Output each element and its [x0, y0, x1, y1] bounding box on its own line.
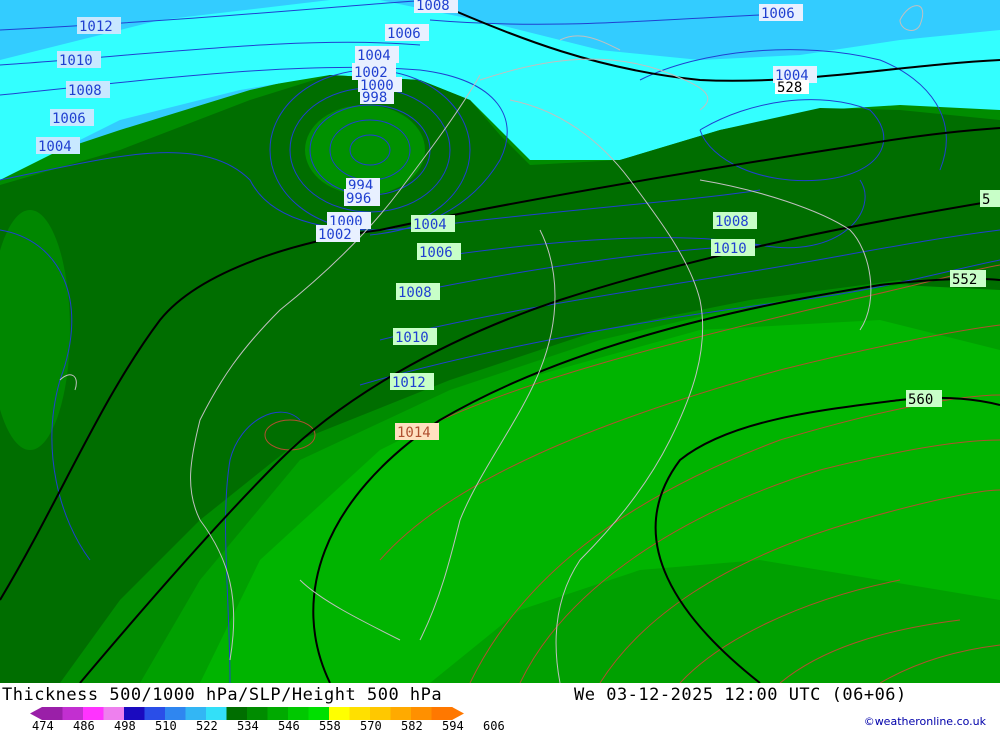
- legend-label: 534: [237, 719, 259, 733]
- legend-label: 522: [196, 719, 218, 733]
- legend-label: 570: [360, 719, 382, 733]
- svg-text:1008: 1008: [398, 285, 432, 301]
- height-label: 560: [906, 390, 942, 408]
- pressure-label: 1006: [50, 109, 94, 127]
- pressure-label: 1006: [417, 243, 461, 261]
- svg-text:996: 996: [346, 191, 371, 207]
- height-label: 5: [980, 190, 1000, 208]
- legend-label: 498: [114, 719, 136, 733]
- legend-label: 606: [483, 719, 505, 733]
- svg-text:1006: 1006: [387, 26, 421, 42]
- svg-text:1002: 1002: [318, 227, 352, 243]
- svg-text:1006: 1006: [52, 111, 86, 127]
- pressure-label: 1004: [411, 215, 455, 233]
- weather-map-page: 1012 1010 1008 1006 1004 1008 1006 1004 …: [0, 0, 1000, 733]
- pressure-label: 1008: [414, 0, 458, 14]
- copyright-link[interactable]: ©weatheronline.co.uk: [864, 715, 986, 728]
- height-label: 528: [775, 80, 809, 96]
- svg-text:552: 552: [952, 272, 977, 288]
- pressure-label: 1010: [393, 328, 437, 346]
- svg-text:1008: 1008: [416, 0, 450, 14]
- svg-text:1004: 1004: [413, 217, 447, 233]
- legend-label: 474: [32, 719, 54, 733]
- pressure-label: 1010: [711, 239, 755, 257]
- svg-text:1006: 1006: [761, 6, 795, 22]
- legend-label: 486: [73, 719, 95, 733]
- svg-text:1010: 1010: [713, 241, 747, 257]
- pressure-label: 998: [360, 90, 394, 106]
- pressure-label: 1010: [57, 51, 101, 69]
- map-svg: 1012 1010 1008 1006 1004 1008 1006 1004 …: [0, 0, 1000, 683]
- pressure-label: 1004: [36, 137, 80, 155]
- svg-text:1014: 1014: [397, 425, 431, 441]
- legend-label: 594: [442, 719, 464, 733]
- svg-text:998: 998: [362, 90, 387, 106]
- map-title: Thickness 500/1000 hPa/SLP/Height 500 hP…: [2, 685, 443, 705]
- svg-text:5: 5: [982, 192, 990, 208]
- pressure-label: 996: [344, 189, 380, 207]
- legend-labels: 474 486 498 510 522 534 546 558 570 582 594 606: [30, 719, 510, 733]
- pressure-label: 1012: [77, 17, 121, 35]
- svg-text:528: 528: [777, 80, 802, 96]
- svg-text:1006: 1006: [419, 245, 453, 261]
- svg-text:1008: 1008: [68, 83, 102, 99]
- legend-label: 558: [319, 719, 341, 733]
- svg-text:560: 560: [908, 392, 933, 408]
- svg-text:1004: 1004: [357, 48, 391, 64]
- forecast-datetime: We 03-12-2025 12:00 UTC (06+06): [574, 685, 907, 705]
- color-legend-bar: [30, 705, 480, 720]
- map-area: 1012 1010 1008 1006 1004 1008 1006 1004 …: [0, 0, 1000, 683]
- pressure-label: 1006: [759, 4, 803, 22]
- legend-label: 546: [278, 719, 300, 733]
- svg-text:1012: 1012: [392, 375, 426, 391]
- pressure-label: 1002: [316, 225, 360, 243]
- pressure-label: 1012: [390, 373, 434, 391]
- svg-text:1010: 1010: [59, 53, 93, 69]
- svg-text:1010: 1010: [395, 330, 429, 346]
- pressure-label: 1006: [385, 24, 429, 42]
- height-label: 552: [950, 270, 986, 288]
- pressure-label: 1008: [66, 81, 110, 99]
- pressure-label: 1014: [395, 423, 439, 441]
- footer: Thickness 500/1000 hPa/SLP/Height 500 hP…: [0, 683, 1000, 733]
- legend-label: 582: [401, 719, 423, 733]
- svg-text:1004: 1004: [38, 139, 72, 155]
- pressure-label: 1008: [396, 283, 440, 301]
- legend-label: 510: [155, 719, 177, 733]
- pressure-label: 1008: [713, 212, 757, 230]
- pressure-label: 1004: [355, 46, 399, 64]
- svg-text:1008: 1008: [715, 214, 749, 230]
- svg-text:1012: 1012: [79, 19, 113, 35]
